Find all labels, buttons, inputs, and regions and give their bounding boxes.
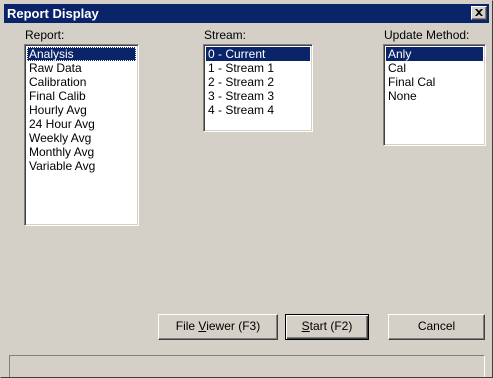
report-display-window: Report Display Report: Analysis Raw Data C… <box>0 0 493 378</box>
file-viewer-button[interactable]: File Viewer (F3) <box>158 314 278 340</box>
report-list-item[interactable]: Raw Data <box>27 61 136 75</box>
update-method-listbox[interactable]: Anly Cal Final Cal None <box>383 44 486 146</box>
report-list-item[interactable]: Variable Avg <box>27 159 136 173</box>
stream-label: Stream: <box>204 28 247 42</box>
report-listbox[interactable]: Analysis Raw Data Calibration Final Calib Ho… <box>24 44 139 226</box>
file-viewer-label-post: iewer (F3) <box>206 319 261 333</box>
update-method-list-item[interactable]: None <box>386 89 483 103</box>
title-bar[interactable]: Report Display <box>4 4 489 23</box>
report-label: Report: <box>25 28 65 42</box>
start-label-accel: S <box>301 319 310 333</box>
report-list-item[interactable]: Analysis <box>27 47 136 61</box>
close-button[interactable] <box>471 6 487 20</box>
stream-list-item[interactable]: 1 - Stream 1 <box>206 61 310 75</box>
update-method-list-item[interactable]: Anly <box>386 47 483 61</box>
start-button[interactable]: Start (F2) <box>285 314 369 340</box>
report-list-item[interactable]: Hourly Avg <box>27 103 136 117</box>
stream-list-item[interactable]: 3 - Stream 3 <box>206 89 310 103</box>
start-label-post: tart (F2) <box>309 319 353 333</box>
report-list-item[interactable]: 24 Hour Avg <box>27 117 136 131</box>
window-title: Report Display <box>7 6 99 21</box>
stream-list-item[interactable]: 4 - Stream 4 <box>206 103 310 117</box>
status-bar <box>9 355 485 377</box>
close-icon <box>475 9 483 16</box>
update-method-label: Update Method: <box>384 28 470 42</box>
stream-list-item[interactable]: 2 - Stream 2 <box>206 75 310 89</box>
cancel-button[interactable]: Cancel <box>388 314 485 340</box>
report-list-item[interactable]: Final Calib <box>27 89 136 103</box>
stream-list-item[interactable]: 0 - Current <box>206 47 310 61</box>
report-list-item[interactable]: Monthly Avg <box>27 145 136 159</box>
file-viewer-label-pre: File <box>175 319 199 333</box>
report-list-item[interactable]: Calibration <box>27 75 136 89</box>
update-method-list-item[interactable]: Final Cal <box>386 75 483 89</box>
report-list-item[interactable]: Weekly Avg <box>27 131 136 145</box>
update-method-list-item[interactable]: Cal <box>386 61 483 75</box>
cancel-label: Cancel <box>417 319 456 333</box>
stream-listbox[interactable]: 0 - Current 1 - Stream 12 - Stream 23 - S… <box>203 44 313 132</box>
